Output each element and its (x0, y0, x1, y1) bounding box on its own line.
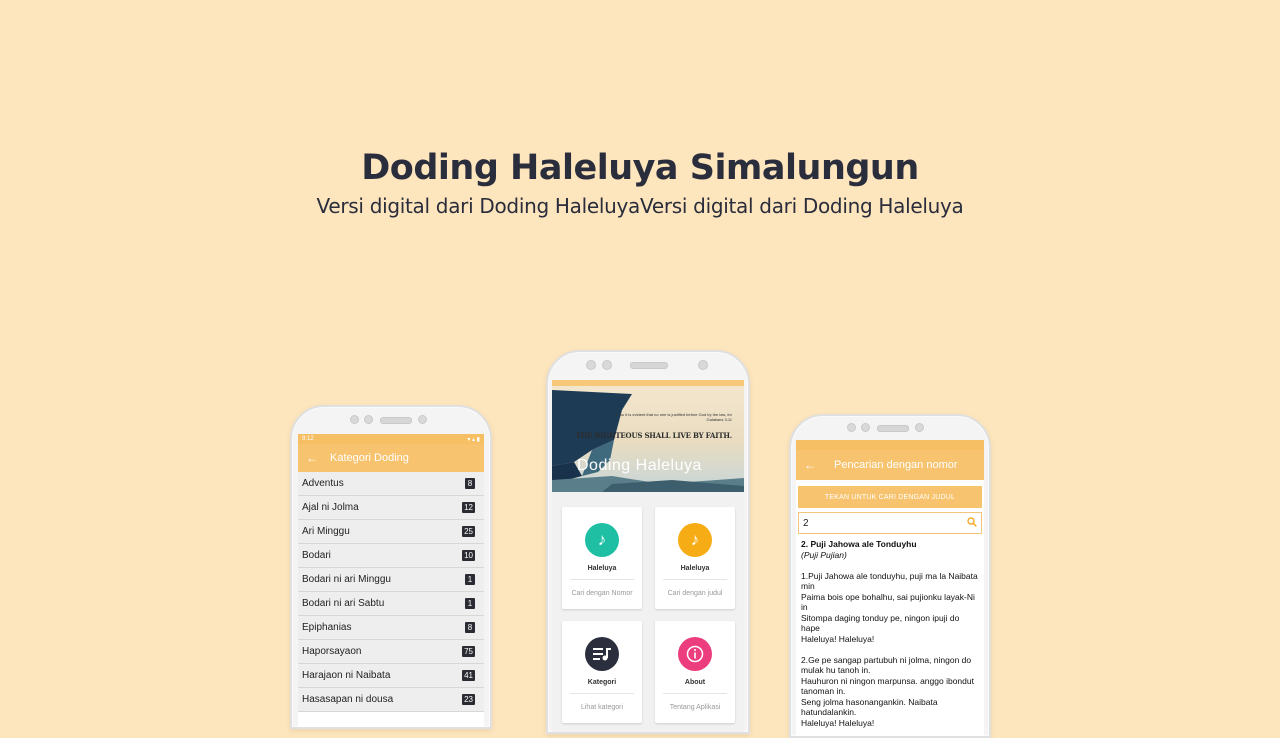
phone-top-bezel (791, 416, 989, 442)
list-item[interactable]: Bodari 10 (298, 544, 484, 568)
phone-mockup-categories: 9:12 ▾ ▴ ▮ ← Kategori Doding Adventus 8 A… (290, 405, 492, 729)
sensor-icon (861, 423, 870, 432)
verse-line: 2.Ge pe sangap partubuh ni jolma, ningon… (801, 654, 972, 676)
verse-line: Hauhuron ni ningon marpunsa. anggo ibond… (801, 675, 974, 697)
verse-line: Haleluya! Haleluya! (801, 633, 875, 644)
count-badge: 8 (465, 622, 475, 633)
list-item[interactable]: Bodari ni ari Sabtu 1 (298, 592, 484, 616)
list-item[interactable]: Epiphanias 8 (298, 616, 484, 640)
search-value: 2 (803, 517, 809, 529)
divider (570, 693, 634, 694)
phone-mockup-home: Thou it is evident that no one is justif… (546, 350, 750, 734)
speaker-grille (380, 417, 412, 424)
camera-icon (847, 423, 856, 432)
sensor-icon (698, 360, 708, 370)
list-item[interactable]: Ari Minggu 25 (298, 520, 484, 544)
status-bar: 9:12 ▾ ▴ ▮ (298, 434, 484, 444)
card-subtitle: Cari dengan Nomor (571, 590, 633, 597)
count-badge: 25 (462, 526, 475, 537)
card-subtitle: Tentang Aplikasi (669, 704, 721, 711)
screen: ← Pencarian dengan nomor TEKAN UNTUK CAR… (796, 440, 984, 736)
phone-top-bezel (292, 407, 490, 433)
search-icon[interactable] (967, 516, 977, 530)
speaker-grille (630, 362, 668, 369)
arrow-left-icon[interactable]: ← (804, 458, 816, 472)
list-item[interactable]: Adventus 8 (298, 472, 484, 496)
song-title: 2. Puji Jahowa ale Tonduyhu (801, 539, 917, 549)
music-note-icon: ♪ (585, 523, 619, 557)
search-by-title-button[interactable]: TEKAN UNTUK CARI DENGAN JUDUL (798, 486, 982, 508)
count-badge: 75 (462, 646, 475, 657)
count-badge: 1 (465, 598, 475, 609)
header-banner: Thou it is evident that no one is justif… (552, 380, 744, 492)
number-search-input[interactable]: 2 (798, 512, 982, 534)
app-bar: ← Pencarian dengan nomor (796, 450, 984, 480)
sensor-icon (602, 360, 612, 370)
count-badge: 1 (465, 574, 475, 585)
app-name: Doding Haleluya (577, 457, 702, 474)
app-bar-title: Pencarian dengan nomor (834, 459, 958, 471)
card-label: Kategori (587, 679, 617, 686)
menu-card-kategori[interactable]: Kategori Lihat kategori (562, 621, 642, 723)
list-item[interactable]: Hasasapan ni dousa 23 (298, 688, 484, 712)
count-badge: 41 (462, 670, 475, 681)
phone-mockup-search: ← Pencarian dengan nomor TEKAN UNTUK CAR… (789, 414, 991, 738)
status-bar (796, 440, 984, 450)
card-subtitle: Cari dengan judul (667, 590, 723, 597)
count-badge: 23 (462, 694, 475, 705)
card-label: Haleluya (680, 565, 710, 572)
divider (663, 693, 727, 694)
list-item[interactable]: Ajal ni Jolma 12 (298, 496, 484, 520)
verse-line: Seng jolma hasonangankin. Naibata hatund… (801, 696, 938, 718)
hero: Doding Haleluya Simalungun Versi digital… (0, 148, 1280, 218)
app-bar: ← Kategori Doding (298, 444, 484, 472)
playlist-icon (585, 637, 619, 671)
status-icons: ▾ ▴ ▮ (467, 436, 480, 443)
card-label: Haleluya (587, 565, 617, 572)
banner-quote: THE RIGHTEOUS SHALL LIVE BY FAITH. (575, 431, 732, 440)
menu-card-haleluya-title[interactable]: ♪ Haleluya Cari dengan judul (655, 507, 735, 609)
app-bar-title: Kategori Doding (330, 452, 409, 464)
card-subtitle: Lihat kategori (580, 704, 624, 711)
count-badge: 12 (462, 502, 475, 513)
camera-icon (350, 415, 359, 424)
list-item[interactable]: Haporsayaon 75 (298, 640, 484, 664)
category-list: Adventus 8 Ajal ni Jolma 12 Ari Minggu 25 B… (298, 472, 484, 712)
menu-card-about[interactable]: About Tentang Aplikasi (655, 621, 735, 723)
verse-line: Paima bois ope bohalhu, sai pujionku lay… (801, 591, 975, 613)
count-badge: 8 (465, 478, 475, 489)
divider (570, 579, 634, 580)
card-label: About (684, 679, 706, 686)
hero-title: Doding Haleluya Simalungun (361, 148, 919, 188)
hero-subtitle: Versi digital dari Doding HaleluyaVersi … (316, 194, 964, 218)
sensor-icon (364, 415, 373, 424)
banner-small-text: Thou it is evident that no one is justif… (615, 412, 732, 422)
speaker-grille (877, 425, 909, 432)
arrow-left-icon[interactable]: ← (306, 451, 318, 465)
list-item[interactable]: Bodari ni ari Minggu 1 (298, 568, 484, 592)
list-item[interactable]: Harajaon ni Naibata 41 (298, 664, 484, 688)
screen: 9:12 ▾ ▴ ▮ ← Kategori Doding Adventus 8 A… (298, 434, 484, 727)
screen: Thou it is evident that no one is justif… (552, 380, 744, 732)
divider (663, 579, 727, 580)
song-text: 2. Puji Jahowa ale Tonduyhu (Puji Pujian… (796, 534, 984, 728)
sensor-icon (418, 415, 427, 424)
count-badge: 10 (462, 550, 475, 561)
info-icon (678, 637, 712, 671)
verse-line: Sitompa daging tonduy pe, ningon ipuji d… (801, 612, 960, 634)
verse-line: 1.Puji Jahowa ale tonduyhu, puji ma la N… (801, 570, 978, 592)
phone-top-bezel (548, 352, 748, 378)
camera-icon (586, 360, 596, 370)
menu-card-haleluya-number[interactable]: ♪ Haleluya Cari dengan Nomor (562, 507, 642, 609)
music-note-icon: ♪ (678, 523, 712, 557)
song-category: (Puji Pujian) (801, 549, 847, 560)
verse-line: Haleluya! Haleluya! (801, 717, 875, 728)
sensor-icon (915, 423, 924, 432)
status-time: 9:12 (302, 436, 314, 442)
